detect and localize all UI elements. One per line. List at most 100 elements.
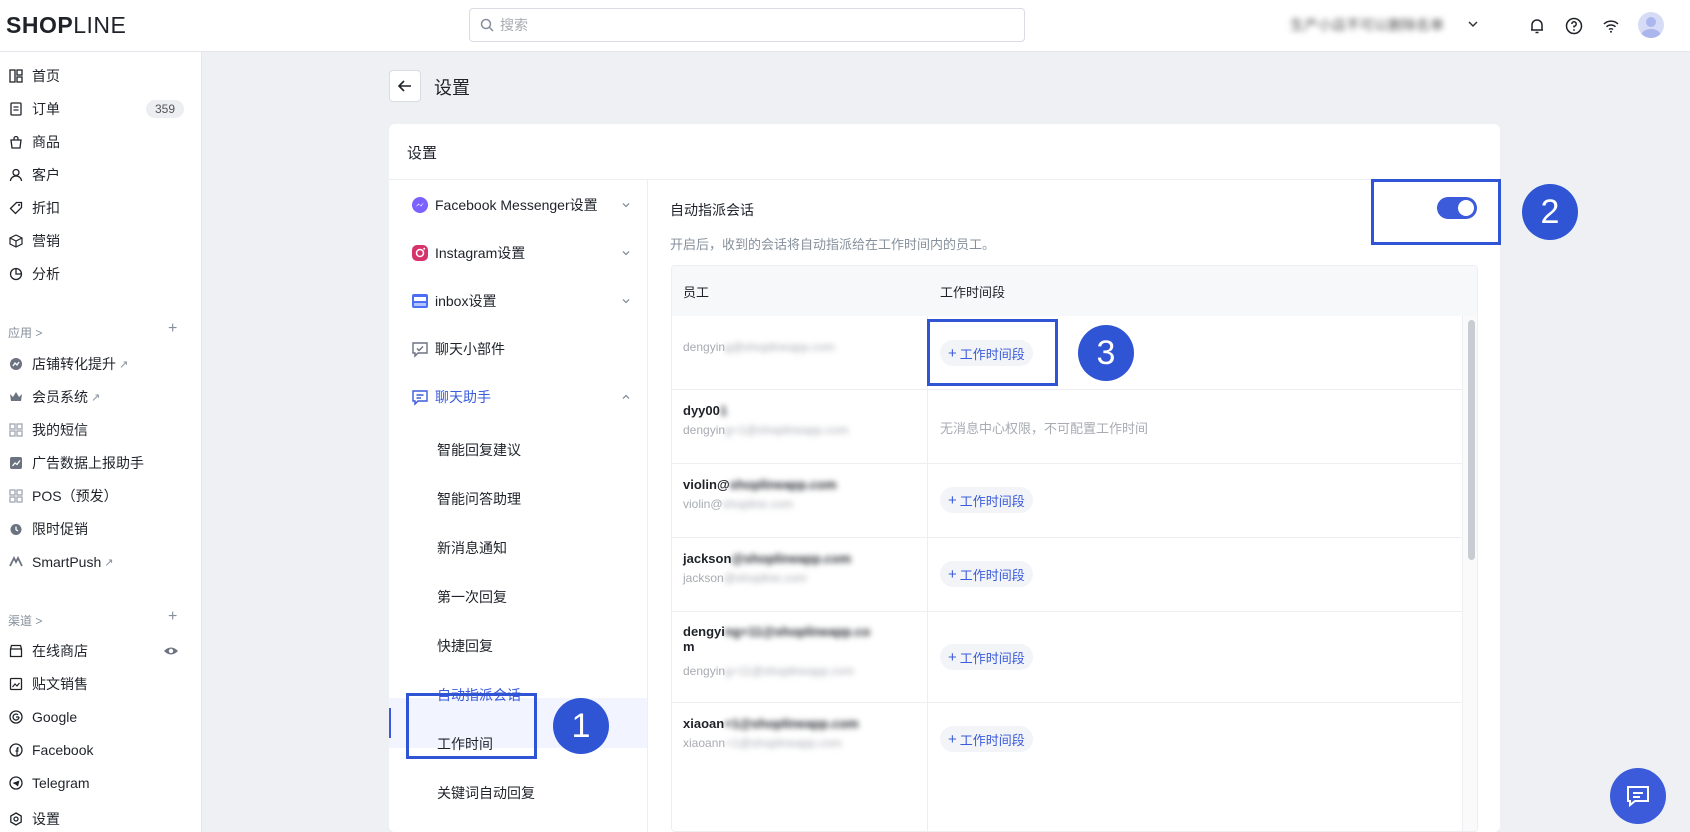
submenu-new-message[interactable]: 新消息通知 <box>437 538 507 558</box>
sidebar-item-facebook[interactable]: Facebook <box>8 738 93 762</box>
table-scrollbar[interactable] <box>1462 316 1477 831</box>
table-row: jackson@shoplineapp.com jackson@shopline… <box>672 538 1462 612</box>
active-item-indicator <box>389 708 391 738</box>
submenu-smart-qa[interactable]: 智能问答助理 <box>437 489 521 509</box>
search-input[interactable]: 搜索 <box>469 8 1025 42</box>
sidebar-item-pos[interactable]: POS（预发） <box>8 484 118 508</box>
help-icon[interactable] <box>1563 15 1585 37</box>
apps-section-label[interactable]: 应用 > <box>8 324 42 341</box>
bell-icon[interactable] <box>1526 15 1548 37</box>
sidebar-item-store-conversion[interactable]: 店铺转化提升 ↗ <box>8 352 128 376</box>
sidebar-item-post-sales[interactable]: 贴文销售 <box>8 672 88 696</box>
eye-icon[interactable] <box>163 644 179 660</box>
timer-icon <box>8 521 24 537</box>
chart-icon <box>8 455 24 471</box>
scrollbar-thumb[interactable] <box>1468 320 1475 560</box>
orders-count-badge: 359 <box>146 100 184 118</box>
table-row: dengying@shoplineapp.com + 工作时间段 <box>672 316 1462 390</box>
google-icon <box>8 709 24 725</box>
chevron-down-icon[interactable] <box>621 248 631 258</box>
sidebar-item-customers[interactable]: 客户 <box>8 163 60 187</box>
table-row: dengying+11@shoplineapp.co m dengying+11@… <box>672 612 1462 703</box>
sidebar-item-sms[interactable]: 我的短信 <box>8 418 88 442</box>
sidebar-item-membership[interactable]: 会员系统 ↗ <box>8 385 100 409</box>
annotation-badge-3: 3 <box>1078 325 1134 381</box>
auto-assign-description: 开启后，收到的会话将自动指派给在工作时间内的员工。 <box>670 237 996 252</box>
sidebar-item-online-store[interactable]: 在线商店 <box>8 639 88 663</box>
chat-widget-icon <box>411 340 429 358</box>
menu-inbox[interactable]: inbox设置 <box>411 289 496 313</box>
submenu-smart-reply[interactable]: 智能回复建议 <box>437 440 521 460</box>
column-header-working-hours: 工作时间段 <box>940 285 1006 300</box>
add-working-hours-button[interactable]: + 工作时间段 <box>940 487 1033 513</box>
shopline-logo[interactable]: SHOPLINE <box>6 12 126 39</box>
external-link-icon: ↗ <box>91 391 101 404</box>
chevron-down-icon[interactable] <box>621 296 631 306</box>
search-placeholder: 搜索 <box>500 17 528 33</box>
employee-name: jackson@shoplineapp.com <box>683 551 851 566</box>
search-icon <box>480 18 494 32</box>
sidebar-item-telegram[interactable]: Telegram <box>8 771 90 795</box>
crown-icon <box>8 389 24 405</box>
submenu-quick-reply[interactable]: 快捷回复 <box>437 636 493 656</box>
growth-icon <box>8 356 24 372</box>
menu-facebook-messenger[interactable]: Facebook Messenger设置 <box>411 193 598 217</box>
channels-section-label[interactable]: 渠道 > <box>8 612 42 629</box>
top-bar: SHOPLINE 搜索 生产小店不可以删除名单 <box>0 0 1690 52</box>
add-app-icon[interactable]: + <box>168 320 177 338</box>
arrow-left-icon <box>397 80 411 92</box>
post-icon <box>8 676 24 692</box>
divider <box>389 179 1500 180</box>
sidebar-item-products[interactable]: 商品 <box>8 130 60 154</box>
menu-chat-widget[interactable]: 聊天小部件 <box>411 337 505 361</box>
table-header: 员工 工作时间段 <box>672 266 1477 316</box>
submenu-keyword-reply[interactable]: 关键词自动回复 <box>437 783 535 803</box>
sidebar-item-analytics[interactable]: 分析 <box>8 262 60 286</box>
plus-icon: + <box>948 648 957 666</box>
sidebar-item-flash-sale[interactable]: 限时促销 <box>8 517 88 541</box>
chevron-down-icon[interactable] <box>1466 17 1480 31</box>
annotation-highlight-toggle <box>1371 179 1501 245</box>
sidebar-item-smartpush[interactable]: SmartPush ↗ <box>8 550 113 574</box>
dashboard-icon <box>8 68 24 84</box>
sidebar-item-orders[interactable]: 订单 <box>8 97 60 121</box>
wifi-icon[interactable] <box>1600 15 1622 37</box>
submenu-first-reply[interactable]: 第一次回复 <box>437 587 507 607</box>
store-name[interactable]: 生产小店不可以删除名单 <box>1290 15 1460 35</box>
chat-assistant-icon <box>411 388 429 406</box>
cube-icon <box>8 233 24 249</box>
auto-assign-title: 自动指派会话 <box>670 202 754 218</box>
sidebar-item-discounts[interactable]: 折扣 <box>8 196 60 220</box>
chevron-down-icon[interactable] <box>621 200 631 210</box>
employee-name: violin@shoplineapp.com <box>683 477 837 492</box>
external-link-icon: ↗ <box>104 556 114 569</box>
employee-email: violin@shopline.com <box>683 497 794 511</box>
chevron-up-icon[interactable] <box>621 392 631 402</box>
tag-icon <box>8 200 24 216</box>
employee-name: dyy001 <box>683 403 728 418</box>
add-working-hours-button[interactable]: + 工作时间段 <box>940 644 1033 670</box>
employee-email: jackson@shopline.com <box>683 571 807 585</box>
table-row: xiaoan+1@shoplineapp.com xiaoann+1@shopl… <box>672 703 1462 777</box>
add-channel-icon[interactable]: + <box>168 608 177 626</box>
no-permission-text: 无消息中心权限，不可配置工作时间 <box>940 421 1149 436</box>
column-header-employee: 员工 <box>683 285 710 300</box>
sidebar-item-marketing[interactable]: 营销 <box>8 229 60 253</box>
grid-icon <box>8 488 24 504</box>
add-working-hours-button[interactable]: + 工作时间段 <box>940 726 1033 752</box>
facebook-icon <box>8 742 24 758</box>
sidebar-item-home[interactable]: 首页 <box>8 64 60 88</box>
divider <box>647 179 648 832</box>
sidebar-item-ad-report[interactable]: 广告数据上报助手 <box>8 451 144 475</box>
sidebar-item-google[interactable]: Google <box>8 705 77 729</box>
add-working-hours-button[interactable]: + 工作时间段 <box>940 561 1033 587</box>
avatar[interactable] <box>1638 12 1664 38</box>
table-row: violin@shoplineapp.com violin@shopline.c… <box>672 464 1462 538</box>
back-button[interactable] <box>389 70 421 102</box>
annotation-badge-1: 1 <box>553 698 609 754</box>
menu-instagram[interactable]: Instagram设置 <box>411 241 525 265</box>
chat-support-button[interactable] <box>1610 768 1666 824</box>
smartpush-icon <box>8 554 24 570</box>
sidebar-item-settings[interactable]: 设置 <box>8 807 60 831</box>
menu-chat-assistant[interactable]: 聊天助手 <box>411 385 491 409</box>
